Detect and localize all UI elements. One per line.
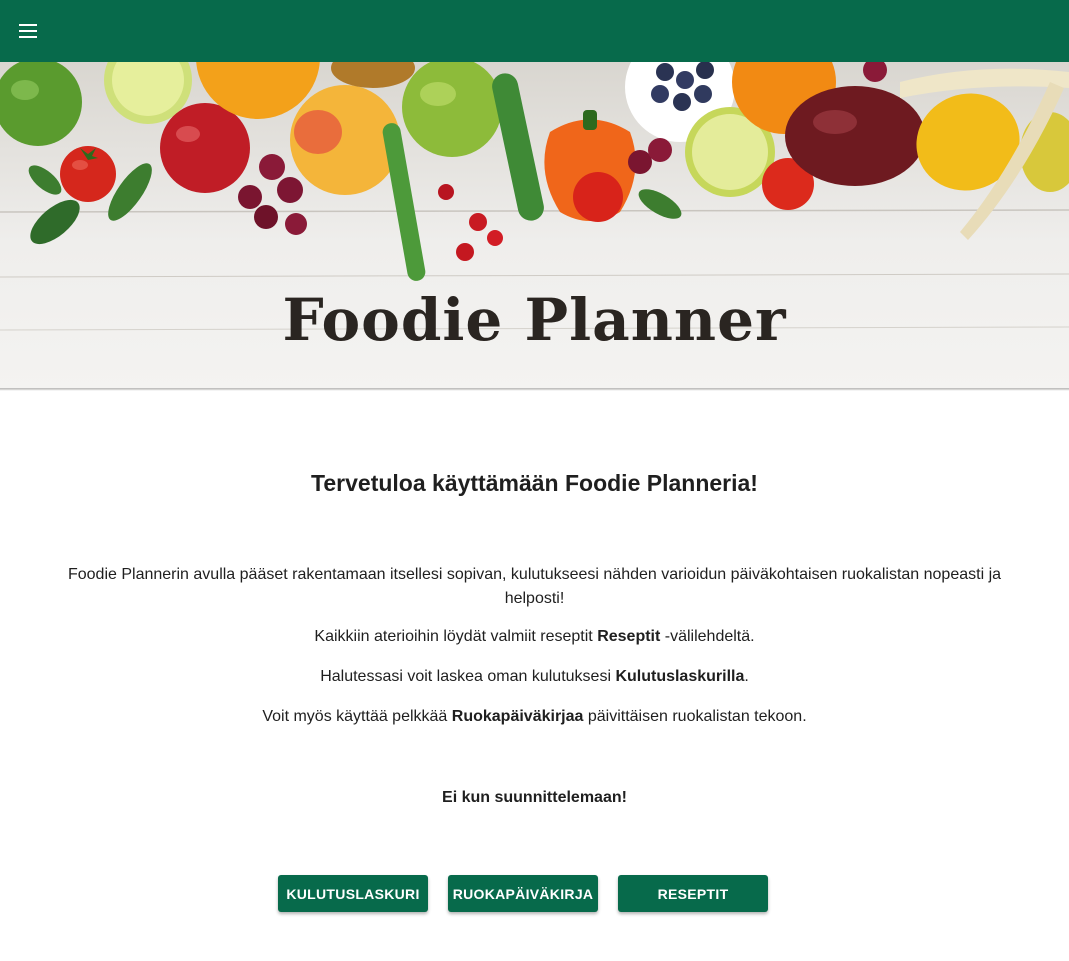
hero-divider — [0, 388, 1069, 391]
recipes-button[interactable]: RESEPTIT — [618, 875, 768, 912]
menu-button[interactable] — [12, 14, 46, 48]
calculator-emphasis: Kulutuslaskurilla — [615, 668, 745, 685]
hero-banner: Foodie Planner — [0, 62, 1069, 390]
recipes-paragraph: Kaikkiin aterioihin löydät valmiit resep… — [314, 628, 755, 645]
welcome-heading: Tervetuloa käyttämään Foodie Planneria! — [311, 470, 758, 496]
diary-paragraph: Voit myös käyttää pelkkää Ruokapäiväkirj… — [262, 708, 807, 725]
call-to-action: Ei kun suunnittelemaan! — [442, 789, 627, 806]
app-bar — [0, 0, 1069, 62]
hero-title: Foodie Planner — [282, 286, 787, 354]
intro-paragraph: Foodie Plannerin avulla pääset rakentama… — [67, 566, 1002, 607]
diary-emphasis: Ruokapäiväkirjaa — [451, 708, 584, 725]
calculator-button[interactable]: KULUTUSLASKURI — [278, 875, 428, 912]
food-diary-button[interactable]: RUOKAPÄIVÄKIRJA — [448, 875, 598, 912]
menu-icon — [19, 24, 39, 38]
navigation-buttons: KULUTUSLASKURI RUOKAPÄIVÄKIRJA RESEPTIT — [0, 875, 1069, 912]
recipes-emphasis: Reseptit — [597, 628, 661, 645]
calculator-paragraph: Halutessasi voit laskea oman kulutuksesi… — [320, 668, 749, 685]
